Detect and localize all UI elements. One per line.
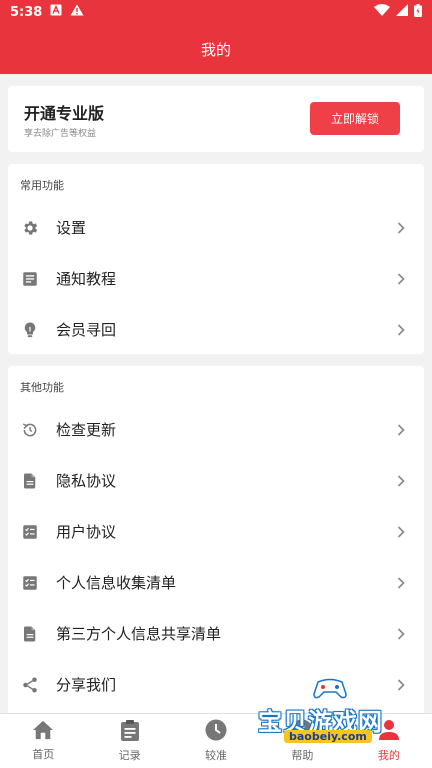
menu-item-label: 用户协议	[56, 523, 117, 541]
menu-item-notification-tutorial[interactable]: 通知教程	[8, 253, 424, 304]
checklist-icon	[20, 522, 40, 542]
nav-label: 帮助	[291, 749, 314, 762]
pro-upgrade-card: 开通专业版 享去除广告等权益 立即解锁	[8, 86, 424, 152]
nav-label: 我的	[377, 749, 400, 762]
clipboard-icon	[120, 719, 140, 745]
nav-label: 首页	[32, 748, 55, 761]
menu-item-label: 检查更新	[56, 421, 117, 439]
signal-icon	[396, 4, 408, 20]
update-icon	[20, 420, 40, 440]
nav-item-help[interactable]: ? 帮助	[259, 714, 345, 768]
wifi-icon	[374, 4, 390, 20]
menu-item-third-party-sharing-list[interactable]: 第三方个人信息共享清单	[8, 608, 424, 659]
share-icon	[20, 675, 40, 695]
file-icon	[20, 624, 40, 644]
chevron-right-icon	[396, 423, 406, 437]
menu-item-label: 通知教程	[56, 270, 117, 288]
chevron-right-icon	[396, 525, 406, 539]
menu-item-check-update[interactable]: 检查更新	[8, 404, 424, 455]
menu-item-membership-recovery[interactable]: 会员寻回	[8, 304, 424, 355]
menu-item-privacy-policy[interactable]: 隐私协议	[8, 455, 424, 506]
status-bar: 5:38	[0, 0, 432, 24]
menu-item-label: 设置	[56, 219, 87, 237]
help-icon: ?	[291, 719, 313, 745]
clock-icon	[205, 719, 227, 745]
app-header: 我的	[0, 24, 432, 74]
home-icon	[32, 720, 54, 744]
chevron-right-icon	[396, 272, 406, 286]
nav-item-mine[interactable]: 我的	[346, 714, 432, 768]
document-icon	[20, 269, 40, 289]
notification-a-icon	[50, 4, 62, 20]
menu-item-label: 会员寻回	[56, 321, 117, 339]
chevron-right-icon	[396, 323, 406, 337]
menu-item-settings[interactable]: 设置	[8, 202, 424, 253]
section-title-common: 常用功能	[20, 179, 64, 192]
bottom-navigation: 首页 记录 较准 ? 帮助 我的	[0, 713, 432, 768]
other-functions-section: 其他功能 检查更新 隐私协议 用户协议 个人信息收集清单 第三方个人信息共享清单…	[8, 366, 424, 716]
menu-item-label: 隐私协议	[56, 472, 117, 490]
menu-item-label: 分享我们	[56, 676, 117, 694]
nav-item-calibrate[interactable]: 较准	[173, 714, 259, 768]
chevron-right-icon	[396, 627, 406, 641]
nav-item-records[interactable]: 记录	[86, 714, 172, 768]
user-icon	[378, 719, 399, 745]
checklist-icon	[20, 573, 40, 593]
chevron-right-icon	[396, 221, 406, 235]
pro-subtitle: 享去除广告等权益	[24, 129, 97, 139]
nav-label: 较准	[205, 749, 228, 762]
menu-item-label: 第三方个人信息共享清单	[56, 625, 222, 643]
menu-item-personal-info-list[interactable]: 个人信息收集清单	[8, 557, 424, 608]
section-title-other: 其他功能	[20, 381, 64, 394]
menu-item-share-us[interactable]: 分享我们	[8, 659, 424, 710]
nav-item-home[interactable]: 首页	[0, 714, 86, 768]
chevron-right-icon	[396, 678, 406, 692]
menu-item-user-agreement[interactable]: 用户协议	[8, 506, 424, 557]
gear-icon	[20, 218, 40, 238]
svg-text:?: ?	[299, 724, 306, 739]
chevron-right-icon	[396, 576, 406, 590]
unlock-button[interactable]: 立即解锁	[310, 102, 400, 135]
page-title: 我的	[200, 40, 231, 59]
warning-icon	[70, 4, 84, 20]
chevron-right-icon	[396, 474, 406, 488]
battery-icon	[414, 3, 422, 21]
menu-item-label: 个人信息收集清单	[56, 574, 177, 592]
status-time: 5:38	[10, 4, 43, 20]
file-icon	[20, 471, 40, 491]
pro-title: 开通专业版	[24, 104, 105, 123]
common-functions-section: 常用功能 设置 通知教程 会员寻回	[8, 164, 424, 354]
lightbulb-icon	[20, 320, 40, 340]
nav-label: 记录	[118, 749, 141, 762]
